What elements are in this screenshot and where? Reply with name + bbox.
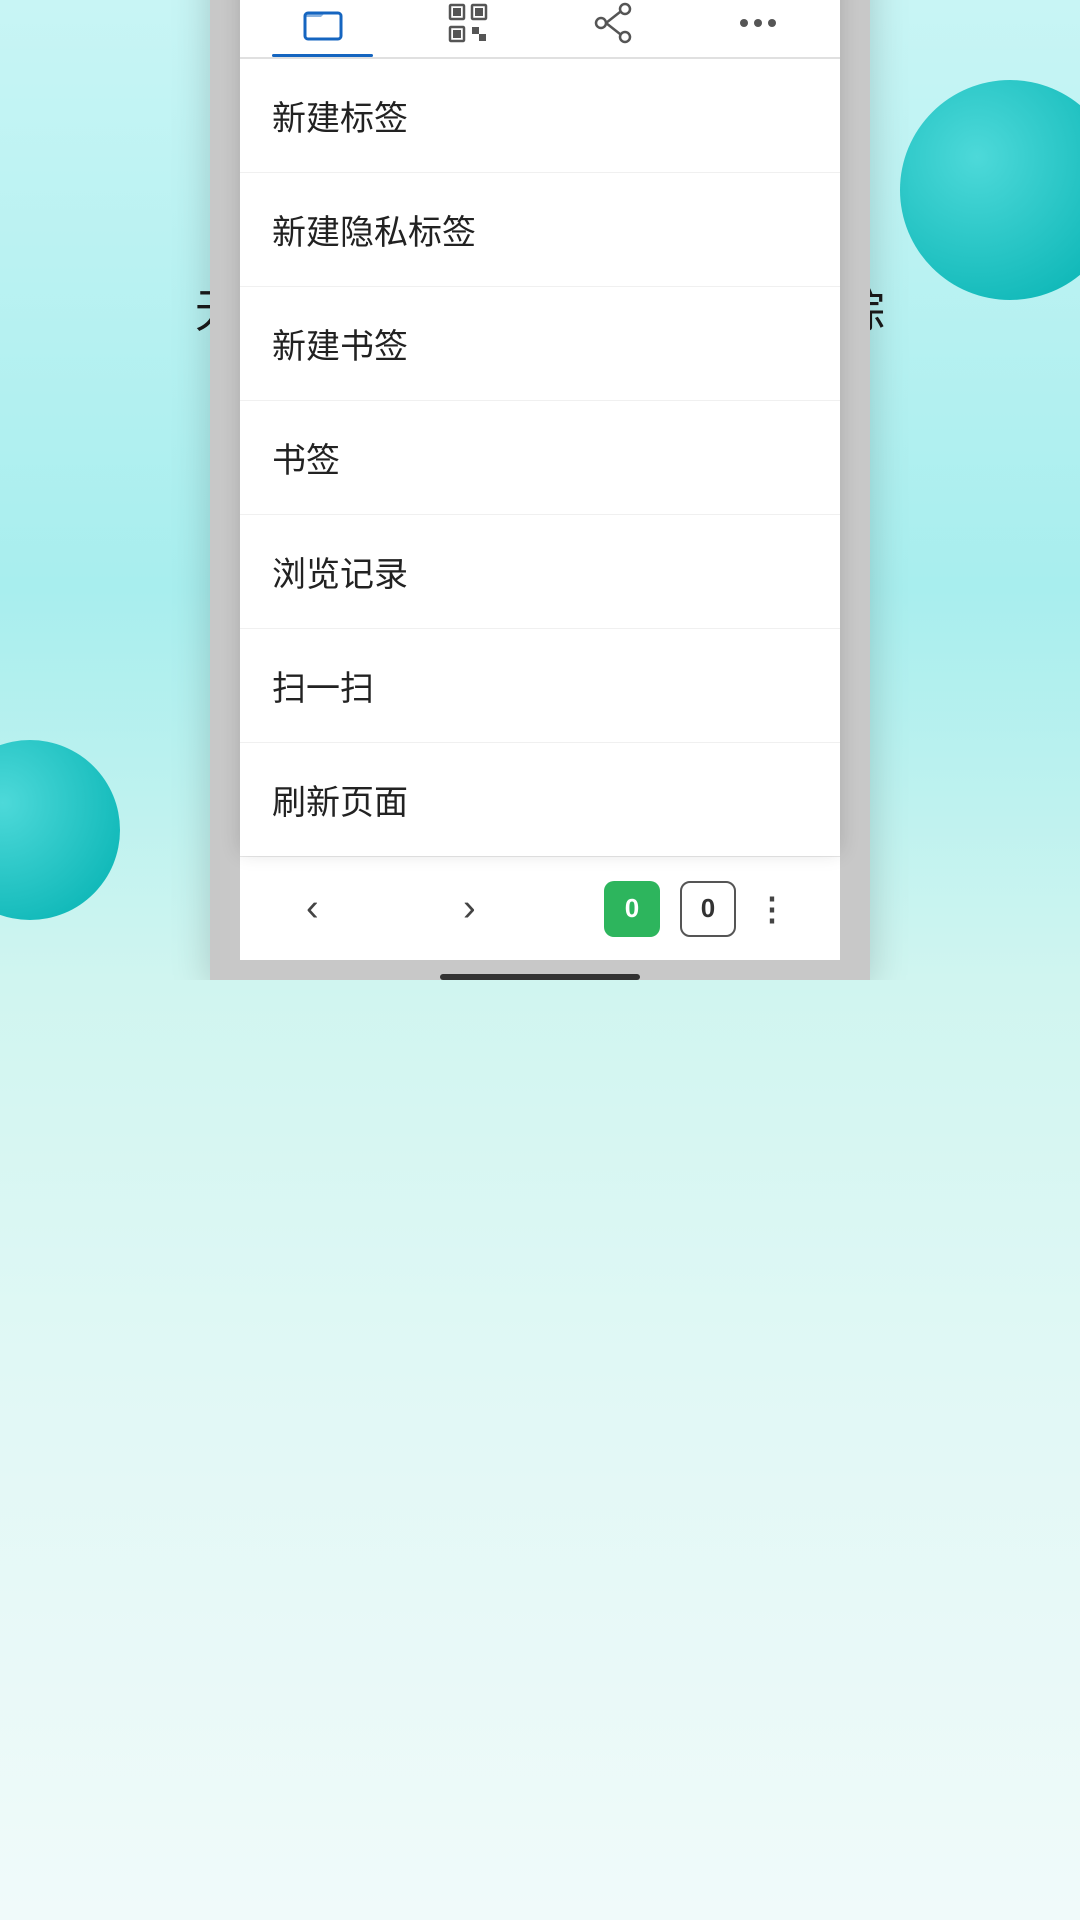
hero-section: 保护隐私 无广告、不记录、不共享、不追踪 用户数据 太太脚本浏览器 A xyxy=(0,0,1080,980)
menu-item-bookmarks[interactable]: 书签 xyxy=(240,401,840,515)
menu-item-history[interactable]: 浏览记录 xyxy=(240,515,840,629)
menu-item-new-tab[interactable]: 新建标签 xyxy=(240,59,840,173)
tab-share[interactable] xyxy=(540,0,685,57)
nav-right-group: 0 0 ⋮ xyxy=(604,881,790,937)
menu-list: 新建标签 新建隐私标签 新建书签 书签 浏览记录 扫一扫 刷新页面 xyxy=(240,59,840,856)
menu-item-new-private-tab[interactable]: 新建隐私标签 xyxy=(240,173,840,287)
menu-item-scan[interactable]: 扫一扫 xyxy=(240,629,840,743)
more-options-button[interactable]: ⋮ xyxy=(756,890,790,928)
phone-frame: 太太脚本浏览器 A xyxy=(210,0,870,980)
tab-count-green-badge[interactable]: 0 xyxy=(604,881,660,937)
bottom-section xyxy=(0,980,1080,1920)
tab-folder[interactable] xyxy=(250,0,395,57)
tab-count-outline-badge[interactable]: 0 xyxy=(680,881,736,937)
phone-mockup: 太太脚本浏览器 A xyxy=(210,0,870,980)
decorative-ball-bottom xyxy=(0,740,120,920)
menu-item-refresh[interactable]: 刷新页面 xyxy=(240,743,840,856)
tab-more[interactable] xyxy=(685,0,830,57)
phone-inner: 太太脚本浏览器 A xyxy=(210,0,870,980)
back-button[interactable]: ‹ xyxy=(290,879,335,938)
home-indicator xyxy=(440,974,640,980)
bottom-nav: ‹ › 0 0 ⋮ xyxy=(240,856,840,960)
menu-item-new-bookmark[interactable]: 新建书签 xyxy=(240,287,840,401)
dropdown-menu: 新建标签 新建隐私标签 新建书签 书签 浏览记录 扫一扫 刷新页面 xyxy=(240,0,840,856)
tab-scan[interactable] xyxy=(395,0,540,57)
forward-button[interactable]: › xyxy=(447,879,492,938)
icon-tabs-bar xyxy=(240,0,840,59)
